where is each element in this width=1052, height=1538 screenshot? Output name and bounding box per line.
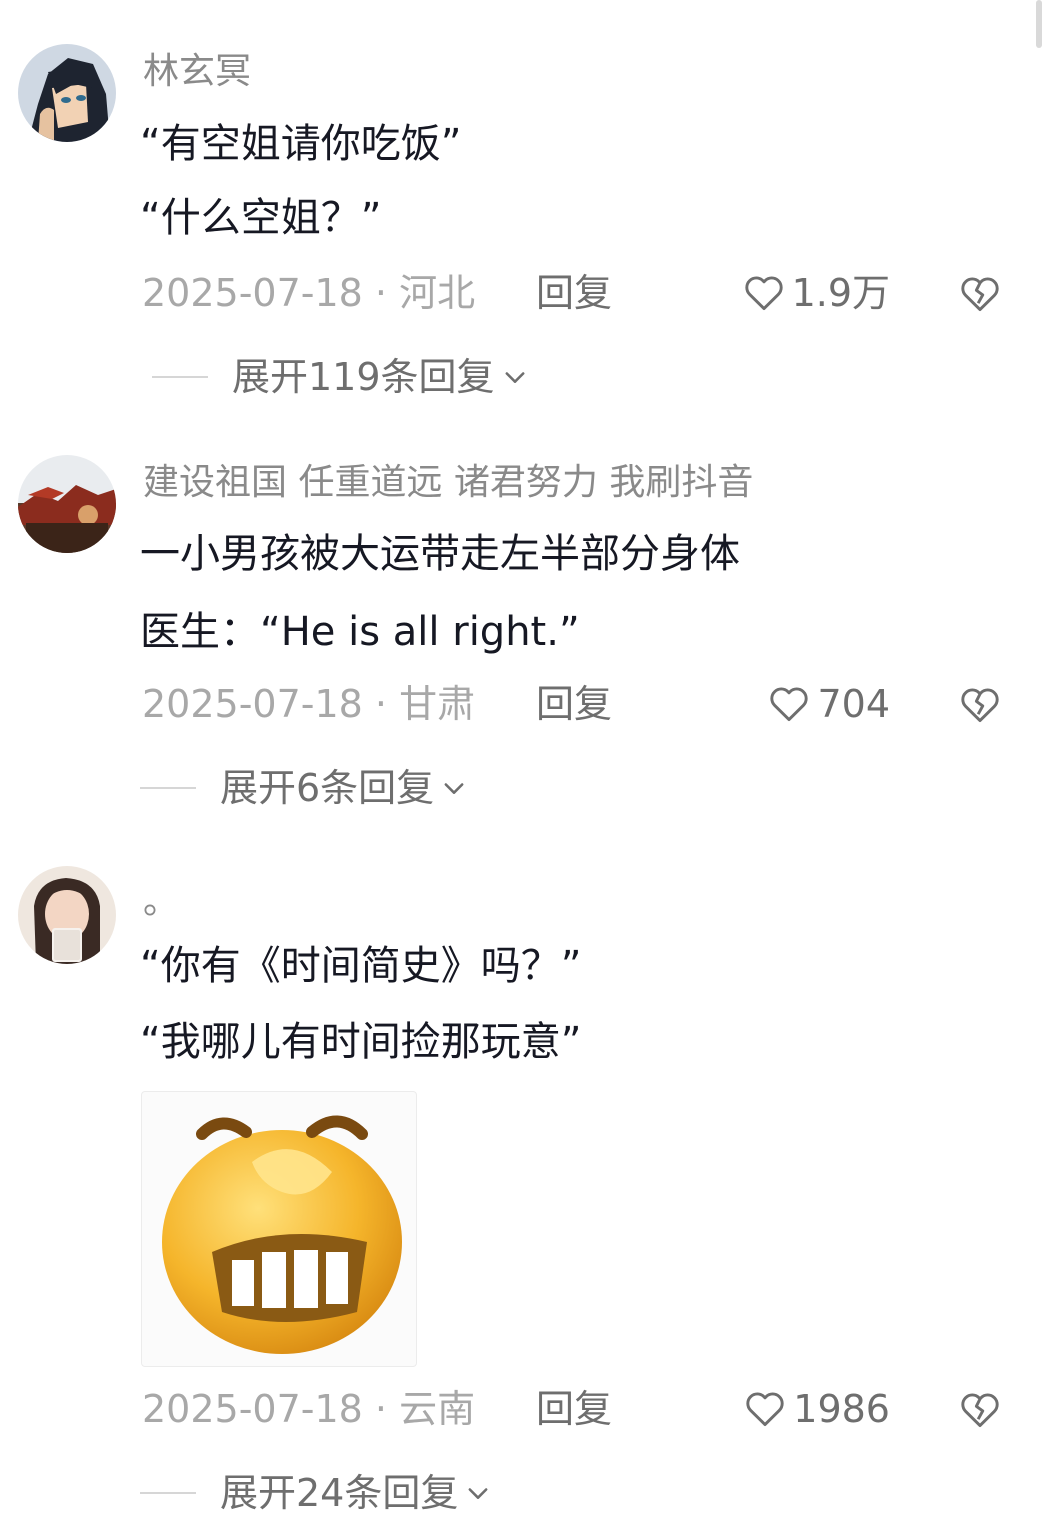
broken-heart-icon[interactable] [958, 272, 1002, 316]
comment-date-location: 2025-07-18 · 云南 [142, 1387, 476, 1431]
expand-replies-button[interactable]: 展开6条回复 [140, 763, 468, 813]
like-button[interactable]: 1.9万 [742, 268, 890, 318]
comment-meta: 2025-07-18 · 河北 回复 1.9万 [142, 268, 1022, 318]
avatar-image [18, 455, 116, 553]
comment-text-line: “我哪儿有时间捡那玩意” [140, 1019, 582, 1065]
like-button[interactable]: 704 [767, 679, 890, 729]
divider [140, 1492, 196, 1494]
broken-heart-icon[interactable] [958, 683, 1002, 727]
expand-replies-label: 展开24条回复 [220, 1471, 459, 1515]
expand-replies-label: 展开119条回复 [232, 355, 495, 399]
comment-username[interactable]: 林玄冥 [143, 50, 251, 94]
comment-username[interactable]: 建设祖国 任重道远 诸君努力 我刷抖音 [143, 461, 753, 505]
scrollbar[interactable] [1036, 0, 1042, 48]
chevron-down-icon [444, 783, 464, 794]
chevron-down-icon [505, 372, 524, 383]
grinning-emoji-icon [162, 1115, 402, 1354]
divider [140, 787, 196, 789]
like-count: 1986 [793, 1387, 890, 1431]
avatar-image [18, 44, 116, 142]
comment-date-location: 2025-07-18 · 甘肃 [142, 682, 476, 726]
reply-button[interactable]: 回复 [536, 1384, 612, 1434]
comment-text-line: “有空姐请你吃饭” [140, 121, 462, 167]
like-button[interactable]: 1986 [743, 1384, 890, 1434]
avatar[interactable] [18, 44, 116, 142]
avatar[interactable] [18, 455, 116, 553]
avatar-image [18, 866, 116, 964]
comment-meta: 2025-07-18 · 甘肃 回复 704 [142, 679, 1022, 729]
expand-replies-button[interactable]: 展开24条回复 [140, 1468, 492, 1518]
comment-text-line: “什么空姐？” [140, 195, 382, 241]
comment-text-line: “你有《时间简史》吗？” [140, 943, 582, 989]
broken-heart-icon[interactable] [958, 1388, 1002, 1432]
sticker-image[interactable] [141, 1091, 417, 1367]
like-count: 1.9万 [791, 271, 890, 315]
chevron-down-icon [468, 1488, 488, 1499]
expand-replies-button[interactable]: 展开119条回复 [152, 352, 529, 402]
divider [152, 376, 208, 378]
reply-button[interactable]: 回复 [536, 268, 612, 318]
like-count: 704 [817, 682, 890, 726]
reply-button[interactable]: 回复 [536, 679, 612, 729]
comment-date-location: 2025-07-18 · 河北 [142, 271, 476, 315]
heart-icon [744, 276, 783, 311]
heart-icon [746, 1392, 784, 1427]
comment-text-line: 医生：“He is all right.” [140, 609, 580, 655]
avatar[interactable] [18, 866, 116, 964]
comment-text-line: 一小男孩被大运带走左半部分身体 [140, 531, 740, 577]
comment-meta: 2025-07-18 · 云南 回复 1986 [142, 1384, 1022, 1434]
comment-username[interactable]: 。 [143, 880, 179, 924]
expand-replies-label: 展开6条回复 [220, 766, 435, 810]
heart-icon [770, 687, 809, 722]
